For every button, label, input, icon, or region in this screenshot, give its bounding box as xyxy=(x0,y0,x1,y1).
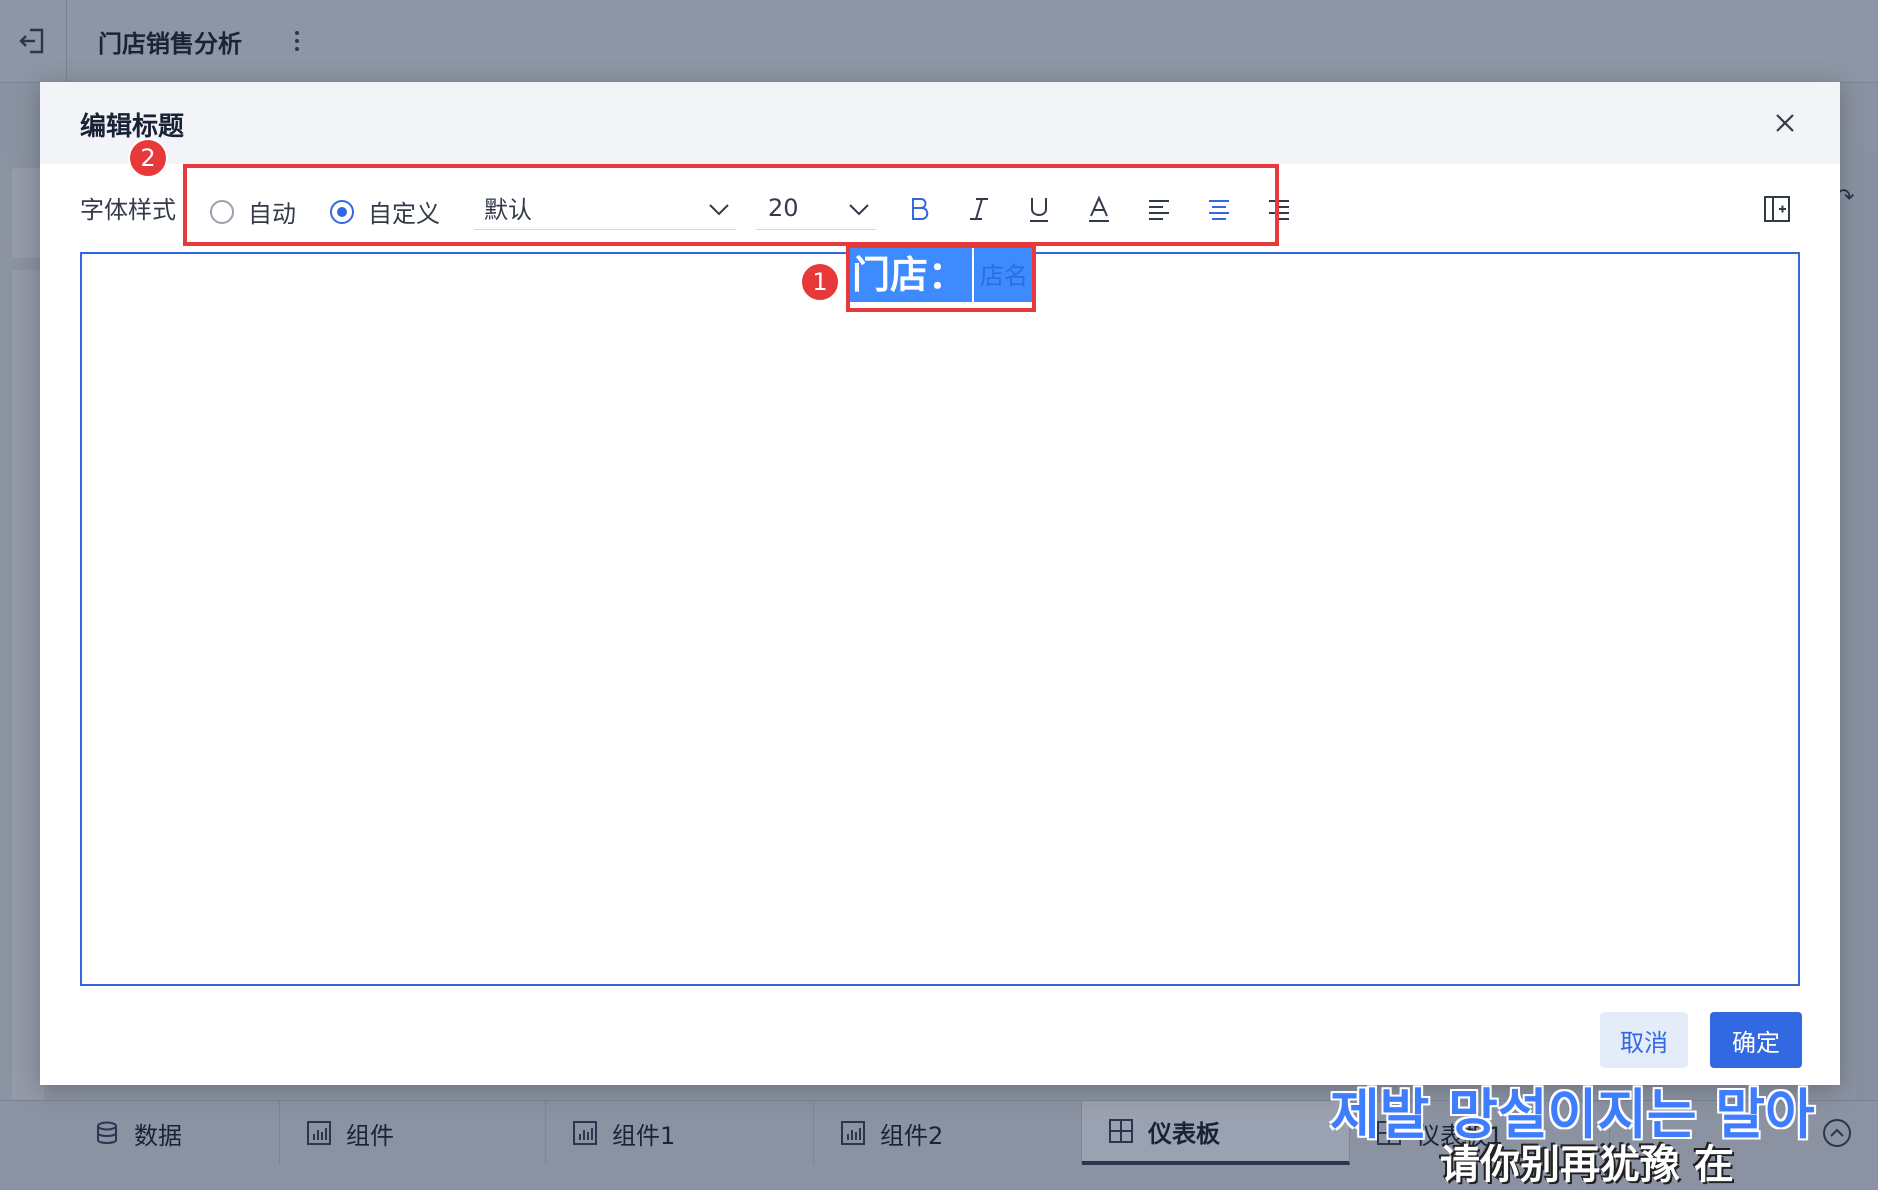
close-icon[interactable] xyxy=(1770,108,1800,138)
dashboard-icon xyxy=(1109,1119,1133,1143)
tab-label: 数据 xyxy=(134,1121,182,1150)
tab-component-2[interactable]: 组件2 xyxy=(814,1101,1082,1165)
confirm-button[interactable]: 确定 xyxy=(1710,1012,1802,1068)
title-editor[interactable] xyxy=(80,252,1800,986)
tab-label: 仪表板 xyxy=(1148,1119,1220,1148)
title-highlight-box xyxy=(846,244,1036,312)
font-style-label: 字体样式 xyxy=(80,196,176,224)
header-divider xyxy=(66,0,67,82)
right-panel-edge xyxy=(1856,150,1878,1100)
app-title: 门店销售分析 xyxy=(98,30,242,58)
more-vertical-icon[interactable] xyxy=(290,28,304,54)
tab-data[interactable]: 数据 xyxy=(68,1101,280,1165)
chart-icon xyxy=(573,1121,597,1145)
chart-icon xyxy=(841,1121,865,1145)
chart-icon xyxy=(307,1121,331,1145)
tab-component[interactable]: 组件 xyxy=(280,1101,546,1165)
toolbar-highlight-box xyxy=(183,164,1279,246)
tab-component-1[interactable]: 组件1 xyxy=(546,1101,814,1165)
edit-title-dialog: 编辑标题 字体样式 自动 自定义 默认 20 门店： 店名 2 1 取消 确定 xyxy=(40,82,1840,1085)
tab-label: 组件 xyxy=(346,1121,394,1150)
dialog-title: 编辑标题 xyxy=(80,112,185,142)
app-header: 门店销售分析 xyxy=(0,0,1878,83)
step-marker-2: 2 xyxy=(128,138,168,178)
tab-label: 组件1 xyxy=(612,1121,676,1150)
chevron-up-icon[interactable] xyxy=(1822,1118,1852,1148)
cancel-button[interactable]: 取消 xyxy=(1600,1012,1688,1068)
tab-dashboard[interactable]: 仪表板 xyxy=(1082,1101,1350,1165)
layout-panel-icon[interactable] xyxy=(1762,194,1792,224)
step-marker-1: 1 xyxy=(800,262,840,302)
tab-label: 组件2 xyxy=(880,1121,944,1150)
database-icon xyxy=(97,1121,117,1144)
exit-icon[interactable] xyxy=(18,26,48,56)
subtitle-overlay-chinese: 请你别再犹豫 在 xyxy=(1440,1142,1734,1188)
dialog-header: 编辑标题 xyxy=(40,82,1840,164)
